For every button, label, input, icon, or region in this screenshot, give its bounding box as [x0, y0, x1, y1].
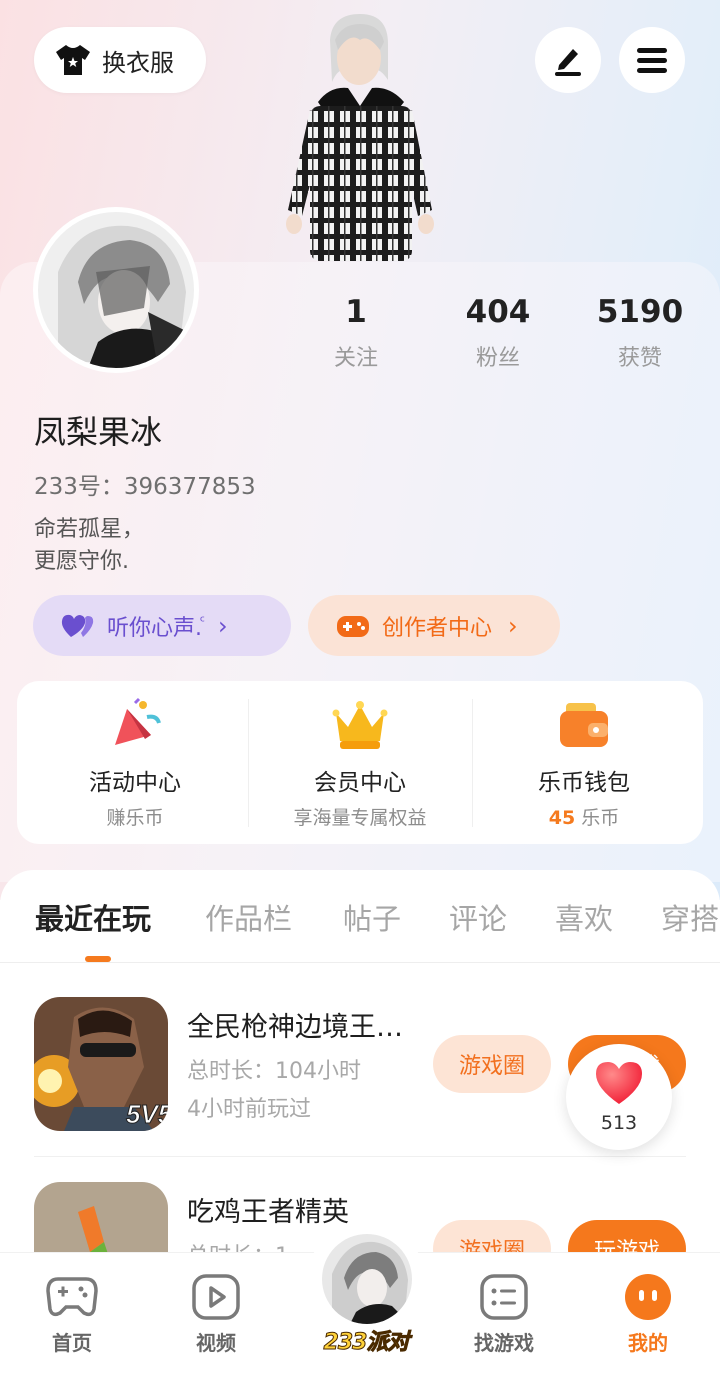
change-outfit-label: 换衣服 [102, 48, 174, 77]
game-name: 全民枪神边境王… [187, 1012, 403, 1043]
quick-panel: 活动中心 赚乐币 会员中心 享海量专属权益 乐币钱包 45 乐币 [17, 681, 703, 844]
like-float-button[interactable]: 513 [566, 1044, 672, 1150]
coin-wallet-title: 乐币钱包 [538, 770, 630, 796]
stat-likes[interactable]: 5190 获赞 [570, 292, 710, 372]
tab-comments[interactable]: 评论 [449, 896, 507, 938]
stat-fans-value: 404 [465, 294, 531, 330]
nav-find-games[interactable]: 找游戏 [454, 1253, 554, 1363]
nav-party[interactable]: 233派对 [308, 1220, 424, 1360]
stat-likes-label: 获赞 [617, 346, 662, 371]
mine-face-icon [625, 1274, 671, 1320]
list-icon [480, 1274, 528, 1320]
gift-flag-icon [115, 697, 161, 745]
game-last-played: 4小时前玩过 [187, 1097, 311, 1122]
double-heart-icon [61, 614, 94, 637]
crown-icon [332, 701, 388, 749]
tab-likes[interactable]: 喜欢 [555, 896, 613, 938]
nav-video-label: 视频 [196, 1331, 236, 1355]
bio: 命若孤星， 更愿守你. [34, 517, 145, 574]
tab-outfits[interactable]: 穿搭 [661, 896, 719, 938]
activity-center-sub: 赚乐币 [106, 807, 164, 829]
stat-following[interactable]: 1 关注 [286, 292, 426, 372]
stat-following-label: 关注 [333, 346, 378, 371]
edit-profile-button[interactable] [535, 27, 601, 93]
coin-wallet[interactable]: 乐币钱包 45 乐币 [470, 681, 698, 844]
character-figure [286, 14, 434, 261]
nav-mine-label: 我的 [628, 1331, 668, 1355]
tab-bar: 最近在玩 作品栏 帖子 评论 喜欢 穿搭 [0, 870, 720, 962]
voice-label: 听你心声.ⷭ [107, 615, 202, 641]
activity-center-title: 活动中心 [89, 770, 181, 796]
stat-fans[interactable]: 404 粉丝 [428, 292, 568, 372]
like-count: 513 [600, 1112, 638, 1134]
menu-button[interactable] [619, 27, 685, 93]
coin-balance: 45 [548, 807, 576, 829]
chevron-right-icon: › [508, 611, 518, 640]
game-icon: 5V5 [34, 997, 168, 1131]
status-bar [0, 0, 720, 8]
nickname: 凤梨果冰 [34, 413, 163, 451]
change-outfit-button[interactable]: 换衣服 [34, 27, 206, 93]
gamepad-icon [46, 1277, 98, 1317]
play-icon [192, 1274, 240, 1320]
chevron-right-icon: › [218, 611, 228, 640]
game-cover-image: 5V5 [34, 997, 168, 1131]
avatar-image [322, 1234, 412, 1324]
pen-icon [555, 49, 581, 76]
creator-center-button[interactable]: 创作者中心 › [308, 595, 560, 656]
coin-wallet-sub: 45 乐币 [470, 803, 698, 830]
nav-home-label: 首页 [52, 1331, 92, 1355]
member-center[interactable]: 会员中心 享海量专属权益 [246, 681, 474, 844]
activity-center[interactable]: 活动中心 赚乐币 [21, 681, 249, 844]
nav-mine[interactable]: 我的 [598, 1253, 698, 1363]
avatar-image [38, 212, 194, 368]
heart-icon [596, 1062, 642, 1104]
gamepad-icon [337, 615, 369, 637]
divider [0, 962, 720, 963]
member-center-title: 会员中心 [314, 770, 406, 796]
tab-posts[interactable]: 帖子 [343, 896, 401, 938]
tshirt-icon [56, 45, 90, 75]
nav-home[interactable]: 首页 [22, 1253, 122, 1363]
hamburger-icon [637, 48, 667, 73]
divider [34, 1156, 686, 1157]
svg-text:5V5: 5V5 [126, 1099, 168, 1129]
creator-center-label: 创作者中心 [382, 615, 493, 641]
game-total-time: 总时长：104小时 [187, 1059, 361, 1084]
stat-following-value: 1 [345, 294, 367, 330]
tab-works[interactable]: 作品栏 [205, 896, 292, 938]
avatar [322, 1234, 412, 1324]
wallet-icon [560, 703, 608, 747]
voice-button[interactable]: 听你心声.ⷭ › [33, 595, 291, 656]
nav-video[interactable]: 视频 [166, 1253, 266, 1363]
stat-fans-label: 粉丝 [475, 346, 520, 371]
stat-likes-value: 5190 [596, 294, 684, 330]
coin-unit: 乐币 [575, 807, 620, 829]
user-id[interactable]: 233号：396377853 [34, 467, 256, 501]
member-center-sub: 享海量专属权益 [293, 807, 427, 829]
avatar[interactable] [33, 207, 199, 373]
nav-find-games-label: 找游戏 [474, 1331, 534, 1355]
tab-recent[interactable]: 最近在玩 [35, 896, 151, 938]
nav-party-label: 233派对 [323, 1330, 410, 1356]
game-circle-button[interactable]: 游戏圈 [433, 1035, 551, 1093]
